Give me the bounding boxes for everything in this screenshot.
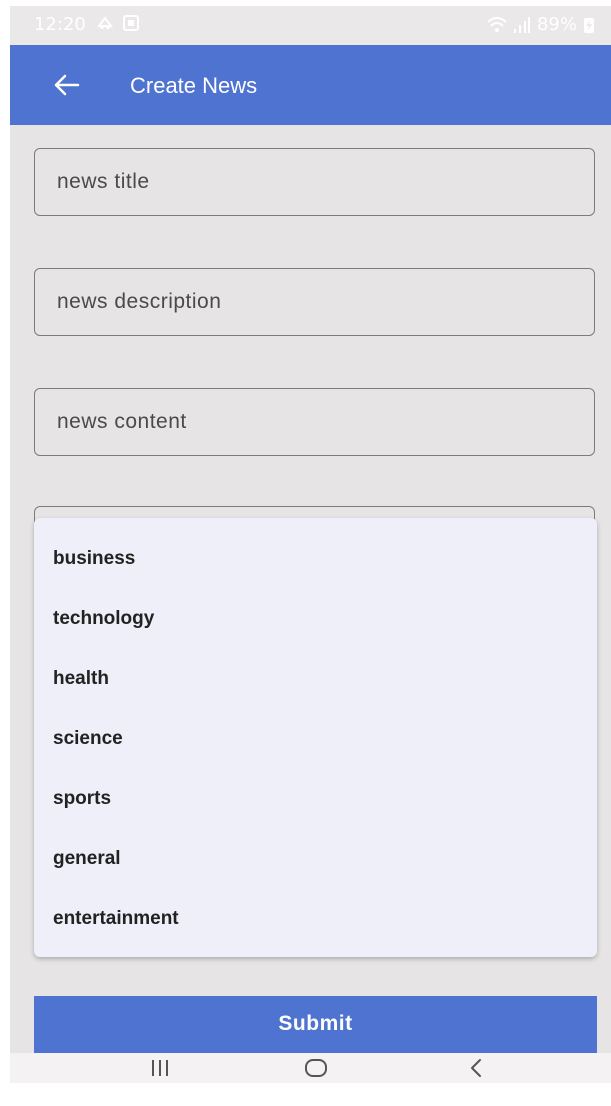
- battery-charging-icon: [584, 17, 594, 33]
- status-icons-right: 89%: [487, 14, 595, 35]
- nav-back-button[interactable]: [446, 1043, 506, 1083]
- news-title-input[interactable]: [35, 149, 594, 215]
- dropdown-item-sports[interactable]: sports: [34, 772, 597, 832]
- news-description-input[interactable]: [35, 269, 594, 335]
- dropdown-item-general[interactable]: general: [34, 832, 597, 892]
- news-content-input[interactable]: [35, 389, 594, 455]
- arrow-left-icon[interactable]: [52, 71, 80, 99]
- dropdown-item-science[interactable]: science: [34, 712, 597, 772]
- wifi-icon: [487, 16, 507, 32]
- news-description-field[interactable]: [34, 268, 595, 336]
- page-title: Create News: [130, 73, 258, 98]
- dropdown-item-business[interactable]: business: [34, 532, 597, 592]
- news-title-field[interactable]: [34, 148, 595, 216]
- status-bar: 12:20 89%: [10, 6, 611, 45]
- status-icons-left: [97, 15, 139, 31]
- app-bar: Create News: [10, 45, 611, 125]
- category-dropdown-menu: business technology health science sport…: [34, 518, 597, 957]
- home-button[interactable]: [286, 1043, 346, 1083]
- signal-icon: [513, 16, 530, 33]
- app-screen: 12:20 89% Create News news title news de…: [10, 6, 611, 1083]
- gallery-icon: [123, 15, 139, 31]
- recent-apps-button[interactable]: [130, 1043, 190, 1083]
- dropdown-item-entertainment[interactable]: entertainment: [34, 892, 597, 952]
- home-icon: [305, 1059, 327, 1077]
- news-content-field[interactable]: [34, 388, 595, 456]
- battery-percent: 89%: [536, 14, 577, 35]
- status-time: 12:20: [34, 14, 86, 35]
- recent-apps-icon: [152, 1060, 168, 1076]
- back-icon: [471, 1059, 481, 1077]
- cloud-upload-icon: [97, 16, 113, 29]
- system-nav-bar: [10, 1053, 611, 1083]
- dropdown-item-technology[interactable]: technology: [34, 592, 597, 652]
- dropdown-item-health[interactable]: health: [34, 652, 597, 712]
